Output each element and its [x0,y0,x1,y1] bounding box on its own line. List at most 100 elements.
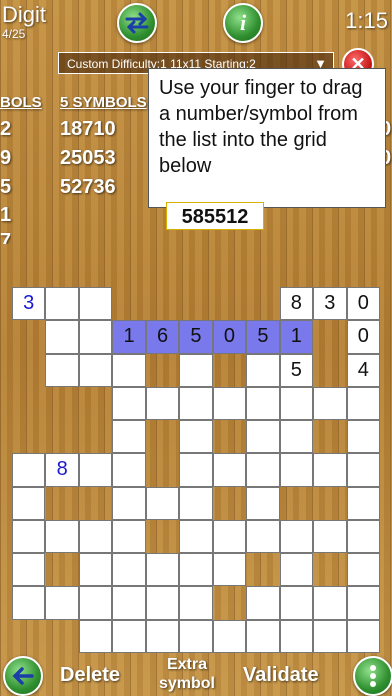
grid-cell[interactable] [246,586,280,620]
swap-button[interactable] [117,3,157,43]
grid-cell[interactable] [45,353,79,387]
grid-cell[interactable] [346,586,380,620]
grid-cell[interactable]: 0 [212,320,247,354]
grid-cell[interactable] [112,386,146,421]
grid-cell[interactable] [212,519,247,554]
grid-cell[interactable] [279,586,314,620]
grid-cell[interactable] [112,486,146,520]
grid-cell[interactable] [179,586,213,620]
grid-cell[interactable] [45,287,79,321]
menu-button[interactable] [353,656,392,696]
grid-cell[interactable] [179,386,213,421]
grid-cell[interactable] [313,519,347,554]
grid-cell[interactable] [346,619,380,653]
grid-cell[interactable] [12,519,46,554]
grid-cell[interactable] [246,420,280,454]
grid-cell[interactable] [246,453,280,487]
grid-cell[interactable]: 5 [246,320,280,354]
grid-cell[interactable] [112,519,146,554]
grid-cell[interactable] [78,287,113,321]
grid-cell[interactable] [279,553,314,587]
grid-cell[interactable] [78,320,113,354]
grid-cell[interactable] [112,619,146,653]
grid-cell[interactable] [346,386,380,421]
grid-cell[interactable] [145,553,180,587]
grid-cell[interactable] [179,353,213,387]
grid-cell[interactable] [45,320,79,354]
grid-cell[interactable] [279,386,314,421]
grid-cell[interactable] [246,619,280,653]
grid-cell[interactable] [12,553,46,587]
selected-number[interactable]: 585512 [166,202,264,230]
grid-cell[interactable] [112,420,146,454]
grid-cell[interactable] [346,420,380,454]
grid-cell[interactable] [212,619,247,653]
grid-cell[interactable] [179,519,213,554]
list-item[interactable]: 1 [0,204,11,227]
list-item[interactable]: 2 [0,118,11,141]
grid-cell[interactable] [145,386,180,421]
grid-cell[interactable] [313,619,347,653]
grid-cell[interactable]: 0 [346,287,380,321]
grid-cell[interactable] [179,453,213,487]
grid-cell[interactable] [179,619,213,653]
grid-cell[interactable] [246,386,280,421]
grid-cell[interactable] [346,519,380,554]
grid-cell[interactable] [78,519,113,554]
list-item[interactable]: 18710 [60,118,116,141]
grid-cell[interactable] [45,586,79,620]
grid-cell[interactable]: 6 [145,320,180,354]
list-item[interactable]: 9 [0,147,11,170]
grid-cell[interactable] [78,553,113,587]
grid-cell[interactable] [279,619,314,653]
grid-cell[interactable] [346,553,380,587]
grid-cell[interactable] [145,486,180,520]
grid-cell[interactable] [246,486,280,520]
grid-cell[interactable] [112,353,146,387]
grid-cell[interactable] [313,586,347,620]
grid-cell[interactable] [78,586,113,620]
list-item[interactable]: 5 [0,176,11,199]
grid-cell[interactable] [12,586,46,620]
extra-symbol-button[interactable]: Extra symbol [150,655,224,693]
grid-cell[interactable]: 1 [112,320,146,354]
grid-cell[interactable] [313,386,347,421]
grid-cell[interactable] [279,420,314,454]
grid-cell[interactable] [212,386,247,421]
grid-cell[interactable]: 0 [346,320,380,354]
grid-cell[interactable]: 8 [45,453,79,487]
list-item[interactable]: 25053 [60,147,116,170]
grid-cell[interactable] [145,586,180,620]
grid-cell[interactable]: 3 [12,287,46,321]
delete-button[interactable]: Delete [60,664,120,687]
grid-cell[interactable] [45,519,79,554]
grid-cell[interactable] [212,553,247,587]
grid-cell[interactable] [313,453,347,487]
grid-cell[interactable] [246,353,280,387]
back-button[interactable] [3,656,43,696]
grid-cell[interactable]: 1 [279,320,314,354]
grid-cell[interactable] [112,453,146,487]
grid-cell[interactable]: 4 [346,353,380,387]
grid-cell[interactable] [78,619,113,653]
list-item[interactable]: 52736 [60,176,116,199]
grid-cell[interactable] [246,519,280,554]
info-button[interactable]: i [223,3,263,43]
grid-cell[interactable] [279,453,314,487]
grid-cell[interactable] [78,453,113,487]
grid-cell[interactable] [212,453,247,487]
grid-cell[interactable] [78,353,113,387]
grid-cell[interactable] [112,586,146,620]
grid-cell[interactable] [12,486,46,520]
grid-cell[interactable] [346,453,380,487]
grid-cell[interactable] [179,486,213,520]
grid-cell[interactable]: 3 [313,287,347,321]
grid-cell[interactable] [179,420,213,454]
grid-cell[interactable] [112,553,146,587]
grid-cell[interactable]: 5 [279,353,314,387]
grid-cell[interactable] [179,553,213,587]
grid-cell[interactable]: 8 [279,287,314,321]
grid-cell[interactable] [12,453,46,487]
validate-button[interactable]: Validate [243,664,319,687]
grid-cell[interactable] [145,619,180,653]
